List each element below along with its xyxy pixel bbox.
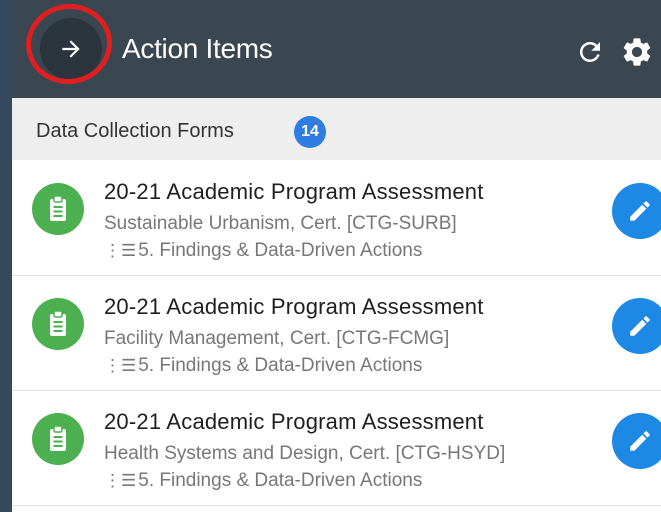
annotation-circle [20, 0, 118, 90]
item-subtitle: Health Systems and Design, Cert. [CTG-HS… [104, 443, 506, 464]
refresh-button[interactable] [575, 37, 605, 67]
section-title: Data Collection Forms [36, 120, 234, 142]
item-step: ⋮☰ 5. Findings & Data-Driven Actions [104, 240, 422, 262]
list-item[interactable]: 20-21 Academic Program Assessment Sustai… [12, 161, 661, 276]
edit-button[interactable] [612, 298, 661, 354]
item-step: ⋮☰ 5. Findings & Data-Driven Actions [104, 470, 422, 492]
item-step-label: 5. Findings & Data-Driven Actions [138, 240, 423, 261]
list-item[interactable]: 20-21 Academic Program Assessment Facili… [12, 276, 661, 391]
pencil-icon [630, 316, 650, 336]
item-title: 20-21 Academic Program Assessment [104, 409, 484, 434]
background-app-strip: ⋮ [0, 0, 23, 512]
clipboard-icon [32, 298, 84, 350]
pencil-icon [630, 431, 650, 451]
item-step-label: 5. Findings & Data-Driven Actions [138, 470, 423, 491]
page-title: Action Items [122, 33, 273, 64]
clipboard-icon [32, 413, 84, 465]
edit-button[interactable] [612, 413, 661, 469]
edit-button[interactable] [612, 183, 661, 239]
settings-button[interactable] [620, 35, 654, 69]
item-subtitle: Sustainable Urbanism, Cert. [CTG-SURB] [104, 213, 457, 234]
refresh-icon [579, 41, 600, 62]
list-icon: ⋮☰ [104, 241, 137, 260]
item-step-label: 5. Findings & Data-Driven Actions [138, 355, 423, 376]
item-step: ⋮☰ 5. Findings & Data-Driven Actions [104, 355, 422, 377]
list-icon: ⋮☰ [104, 471, 137, 490]
panel-header: Action Items [12, 0, 661, 98]
item-title: 20-21 Academic Program Assessment [104, 179, 484, 204]
pencil-icon [630, 201, 650, 221]
count-badge: 14 [294, 116, 326, 148]
gear-icon [623, 38, 651, 66]
item-subtitle: Facility Management, Cert. [CTG-FCMG] [104, 328, 450, 349]
list-item[interactable]: 20-21 Academic Program Assessment Health… [12, 391, 661, 506]
item-title: 20-21 Academic Program Assessment [104, 294, 484, 319]
clipboard-icon [32, 183, 84, 235]
list-icon: ⋮☰ [104, 356, 137, 375]
action-items-panel: Action Items Data Collection Forms 14 20… [12, 0, 661, 512]
